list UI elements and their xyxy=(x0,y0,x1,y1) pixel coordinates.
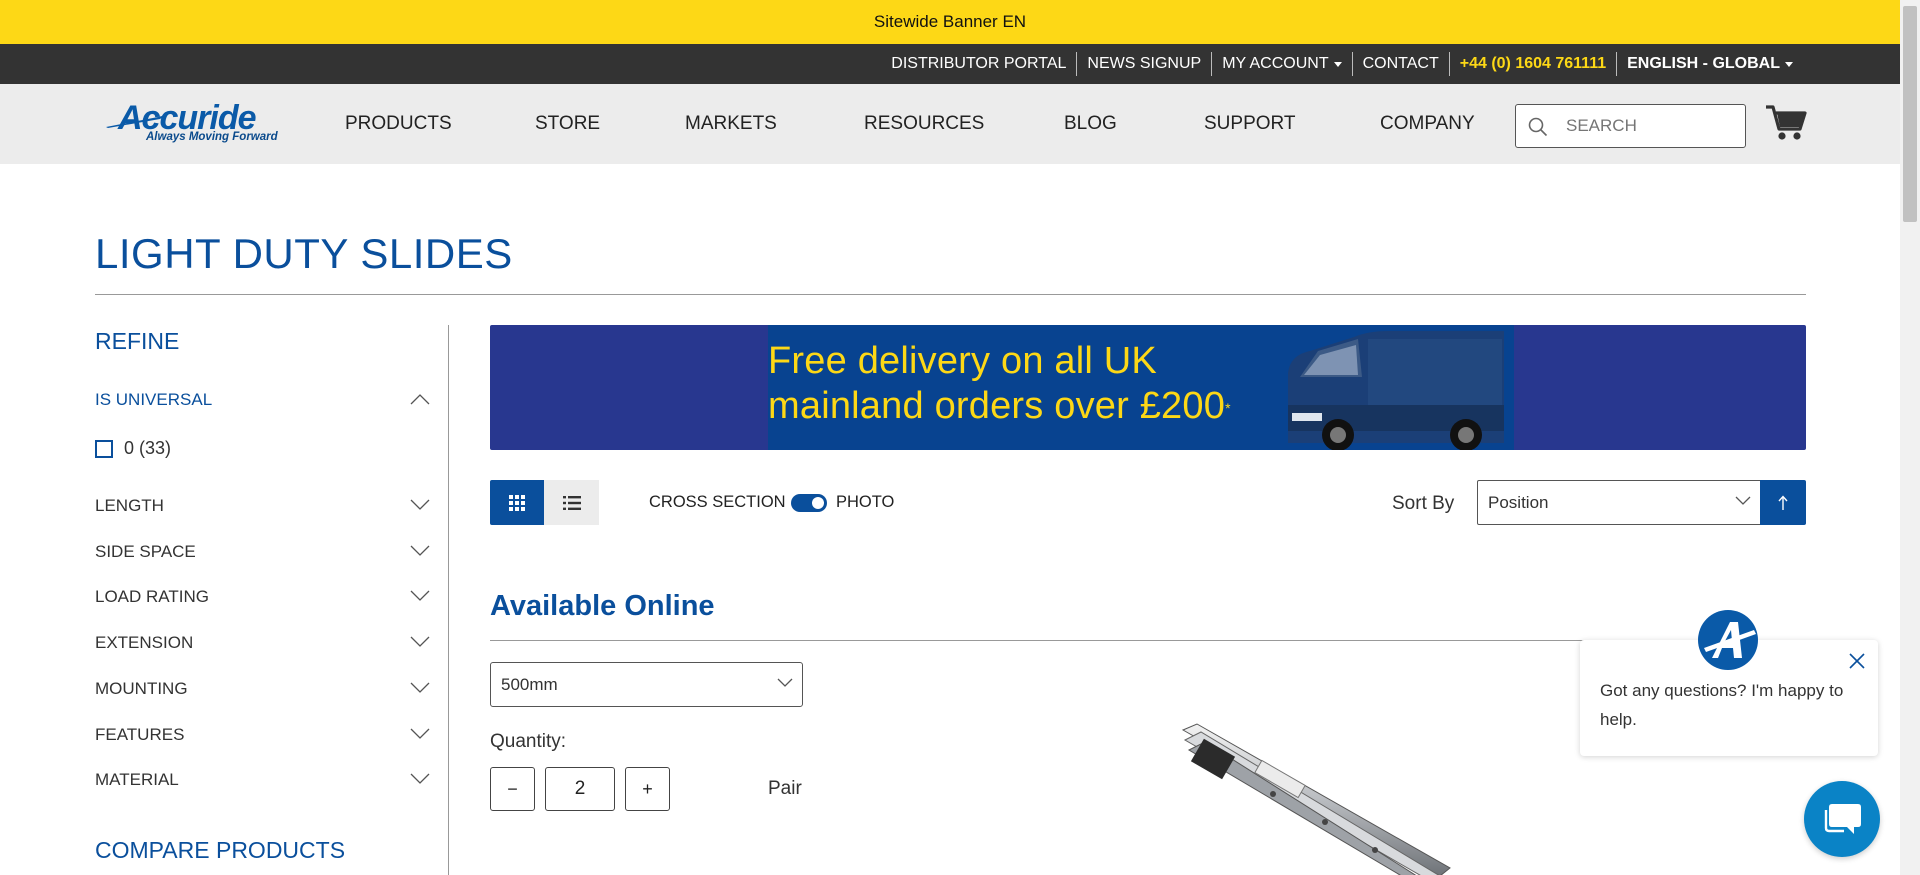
drawer-slide-product-image[interactable] xyxy=(1175,718,1455,875)
logo-tagline: Always Moving Forward xyxy=(146,131,278,143)
scrollbar-thumb[interactable] xyxy=(1903,6,1917,222)
close-icon[interactable] xyxy=(1848,652,1866,670)
page: Sitewide Banner EN DISTRIBUTOR PORTAL NE… xyxy=(0,0,1920,875)
grid-view-button[interactable] xyxy=(490,480,544,525)
chevron-down-icon xyxy=(410,590,430,601)
news-signup-link[interactable]: NEWS SIGNUP xyxy=(1077,52,1213,76)
compare-products-link[interactable]: COMPARE PRODUCTS xyxy=(95,837,345,864)
delivery-van-image xyxy=(1288,331,1504,450)
photo-label: PHOTO xyxy=(836,493,895,511)
chevron-down-icon xyxy=(410,636,430,647)
search-box xyxy=(1515,104,1746,148)
nav-products[interactable]: PRODUCTS xyxy=(345,113,452,135)
chevron-down-icon xyxy=(410,499,430,510)
filter-extension[interactable]: EXTENSION xyxy=(95,628,430,658)
page-scrollbar[interactable] xyxy=(1900,0,1920,875)
utility-bar: DISTRIBUTOR PORTAL NEWS SIGNUP MY ACCOUN… xyxy=(0,44,1900,84)
filter-load-rating[interactable]: LOAD RATING xyxy=(95,582,430,612)
grid-icon xyxy=(509,494,525,511)
available-online-heading: Available Online xyxy=(490,590,715,622)
phone-link[interactable]: +44 (0) 1604 761111 xyxy=(1450,52,1618,76)
search-icon[interactable] xyxy=(1528,117,1548,137)
list-view-button[interactable] xyxy=(544,480,599,525)
nav-support[interactable]: SUPPORT xyxy=(1204,113,1296,135)
refine-heading: REFINE xyxy=(95,328,180,354)
chat-message: Got any questions? I'm happy to help. xyxy=(1600,681,1844,729)
cart-icon[interactable] xyxy=(1765,103,1807,143)
sidebar-divider xyxy=(448,325,449,875)
chat-agent-avatar-icon xyxy=(1698,610,1758,670)
filter-label: FEATURES xyxy=(95,725,185,744)
nav-store[interactable]: STORE xyxy=(535,113,600,135)
chevron-down-icon xyxy=(777,678,793,687)
main-header: Accuride Always Moving Forward PRODUCTS … xyxy=(0,84,1900,164)
filter-label: MOUNTING xyxy=(95,679,188,698)
filter-label: MATERIAL xyxy=(95,770,179,789)
filter-option-label: 0 (33) xyxy=(124,438,172,458)
size-select[interactable]: 500mm xyxy=(490,662,803,707)
checkbox[interactable] xyxy=(95,439,113,458)
chevron-down-icon xyxy=(1735,496,1751,505)
page-title: LIGHT DUTY SLIDES xyxy=(95,230,513,277)
chevron-down-icon xyxy=(410,682,430,693)
nav-resources[interactable]: RESOURCES xyxy=(864,113,984,135)
promo-line-2-text: mainland orders over £200 xyxy=(768,385,1226,427)
my-account-label: MY ACCOUNT xyxy=(1222,55,1329,72)
promo-line-1: Free delivery on all UK xyxy=(768,340,1157,382)
chevron-down-icon xyxy=(410,773,430,784)
quantity-label: Quantity: xyxy=(490,731,567,752)
filter-length[interactable]: LENGTH xyxy=(95,491,430,521)
list-icon xyxy=(562,495,581,510)
filter-features[interactable]: FEATURES xyxy=(95,720,430,750)
filter-mounting[interactable]: MOUNTING xyxy=(95,674,430,704)
cross-section-label: CROSS SECTION xyxy=(649,493,786,511)
search-input[interactable] xyxy=(1566,105,1736,147)
sitewide-banner: Sitewide Banner EN xyxy=(0,0,1900,44)
sort-direction-button[interactable] xyxy=(1760,480,1806,525)
sort-select[interactable]: Position xyxy=(1477,480,1761,525)
chevron-down-icon xyxy=(410,545,430,556)
filter-label: LOAD RATING xyxy=(95,587,209,606)
nav-company[interactable]: COMPANY xyxy=(1380,113,1475,135)
filter-label: IS UNIVERSAL xyxy=(95,390,213,409)
chevron-up-icon xyxy=(410,394,430,405)
size-select-value: 500mm xyxy=(501,675,558,694)
promo-line-2: mainland orders over £200* xyxy=(768,384,1231,429)
unit-label: Pair xyxy=(768,778,802,799)
accuride-logo[interactable]: Accuride Always Moving Forward xyxy=(106,99,296,149)
my-account-dropdown[interactable]: MY ACCOUNT xyxy=(1212,52,1353,76)
image-mode-toggle[interactable] xyxy=(791,494,827,512)
chevron-down-icon xyxy=(410,728,430,739)
sort-by-label: Sort By xyxy=(1392,493,1455,514)
arrow-up-icon xyxy=(1778,494,1788,510)
caret-down-icon xyxy=(1785,62,1793,67)
caret-down-icon xyxy=(1333,62,1342,67)
quantity-input[interactable] xyxy=(545,767,615,811)
chat-launcher-button[interactable] xyxy=(1804,781,1880,857)
utility-links: DISTRIBUTOR PORTAL NEWS SIGNUP MY ACCOUN… xyxy=(881,44,1803,84)
promo-text: Free delivery on all UK mainland orders … xyxy=(768,339,1231,429)
promo-banner[interactable]: Free delivery on all UK mainland orders … xyxy=(490,325,1806,450)
filter-label: LENGTH xyxy=(95,496,164,515)
quantity-increase-button[interactable]: + xyxy=(625,767,670,811)
banner-text: Sitewide Banner EN xyxy=(873,12,1027,31)
language-label: ENGLISH - GLOBAL xyxy=(1627,55,1780,72)
sort-select-value: Position xyxy=(1488,493,1549,512)
toggle-knob xyxy=(812,497,824,509)
promo-asterisk: * xyxy=(1225,400,1231,416)
quantity-decrease-button[interactable]: − xyxy=(490,767,535,811)
filter-label: EXTENSION xyxy=(95,633,194,652)
filter-is-universal[interactable]: IS UNIVERSAL xyxy=(95,385,430,415)
filter-label: SIDE SPACE xyxy=(95,542,196,561)
nav-markets[interactable]: MARKETS xyxy=(685,113,777,135)
distributor-portal-link[interactable]: DISTRIBUTOR PORTAL xyxy=(881,52,1078,76)
language-dropdown[interactable]: ENGLISH - GLOBAL xyxy=(1617,52,1803,76)
nav-blog[interactable]: BLOG xyxy=(1064,113,1117,135)
filter-option-universal-0[interactable]: 0 (33) xyxy=(95,438,171,459)
title-divider xyxy=(95,294,1806,295)
filter-side-space[interactable]: SIDE SPACE xyxy=(95,537,430,567)
contact-link[interactable]: CONTACT xyxy=(1353,52,1450,76)
chat-icon xyxy=(1824,804,1861,834)
filter-material[interactable]: MATERIAL xyxy=(95,765,430,795)
